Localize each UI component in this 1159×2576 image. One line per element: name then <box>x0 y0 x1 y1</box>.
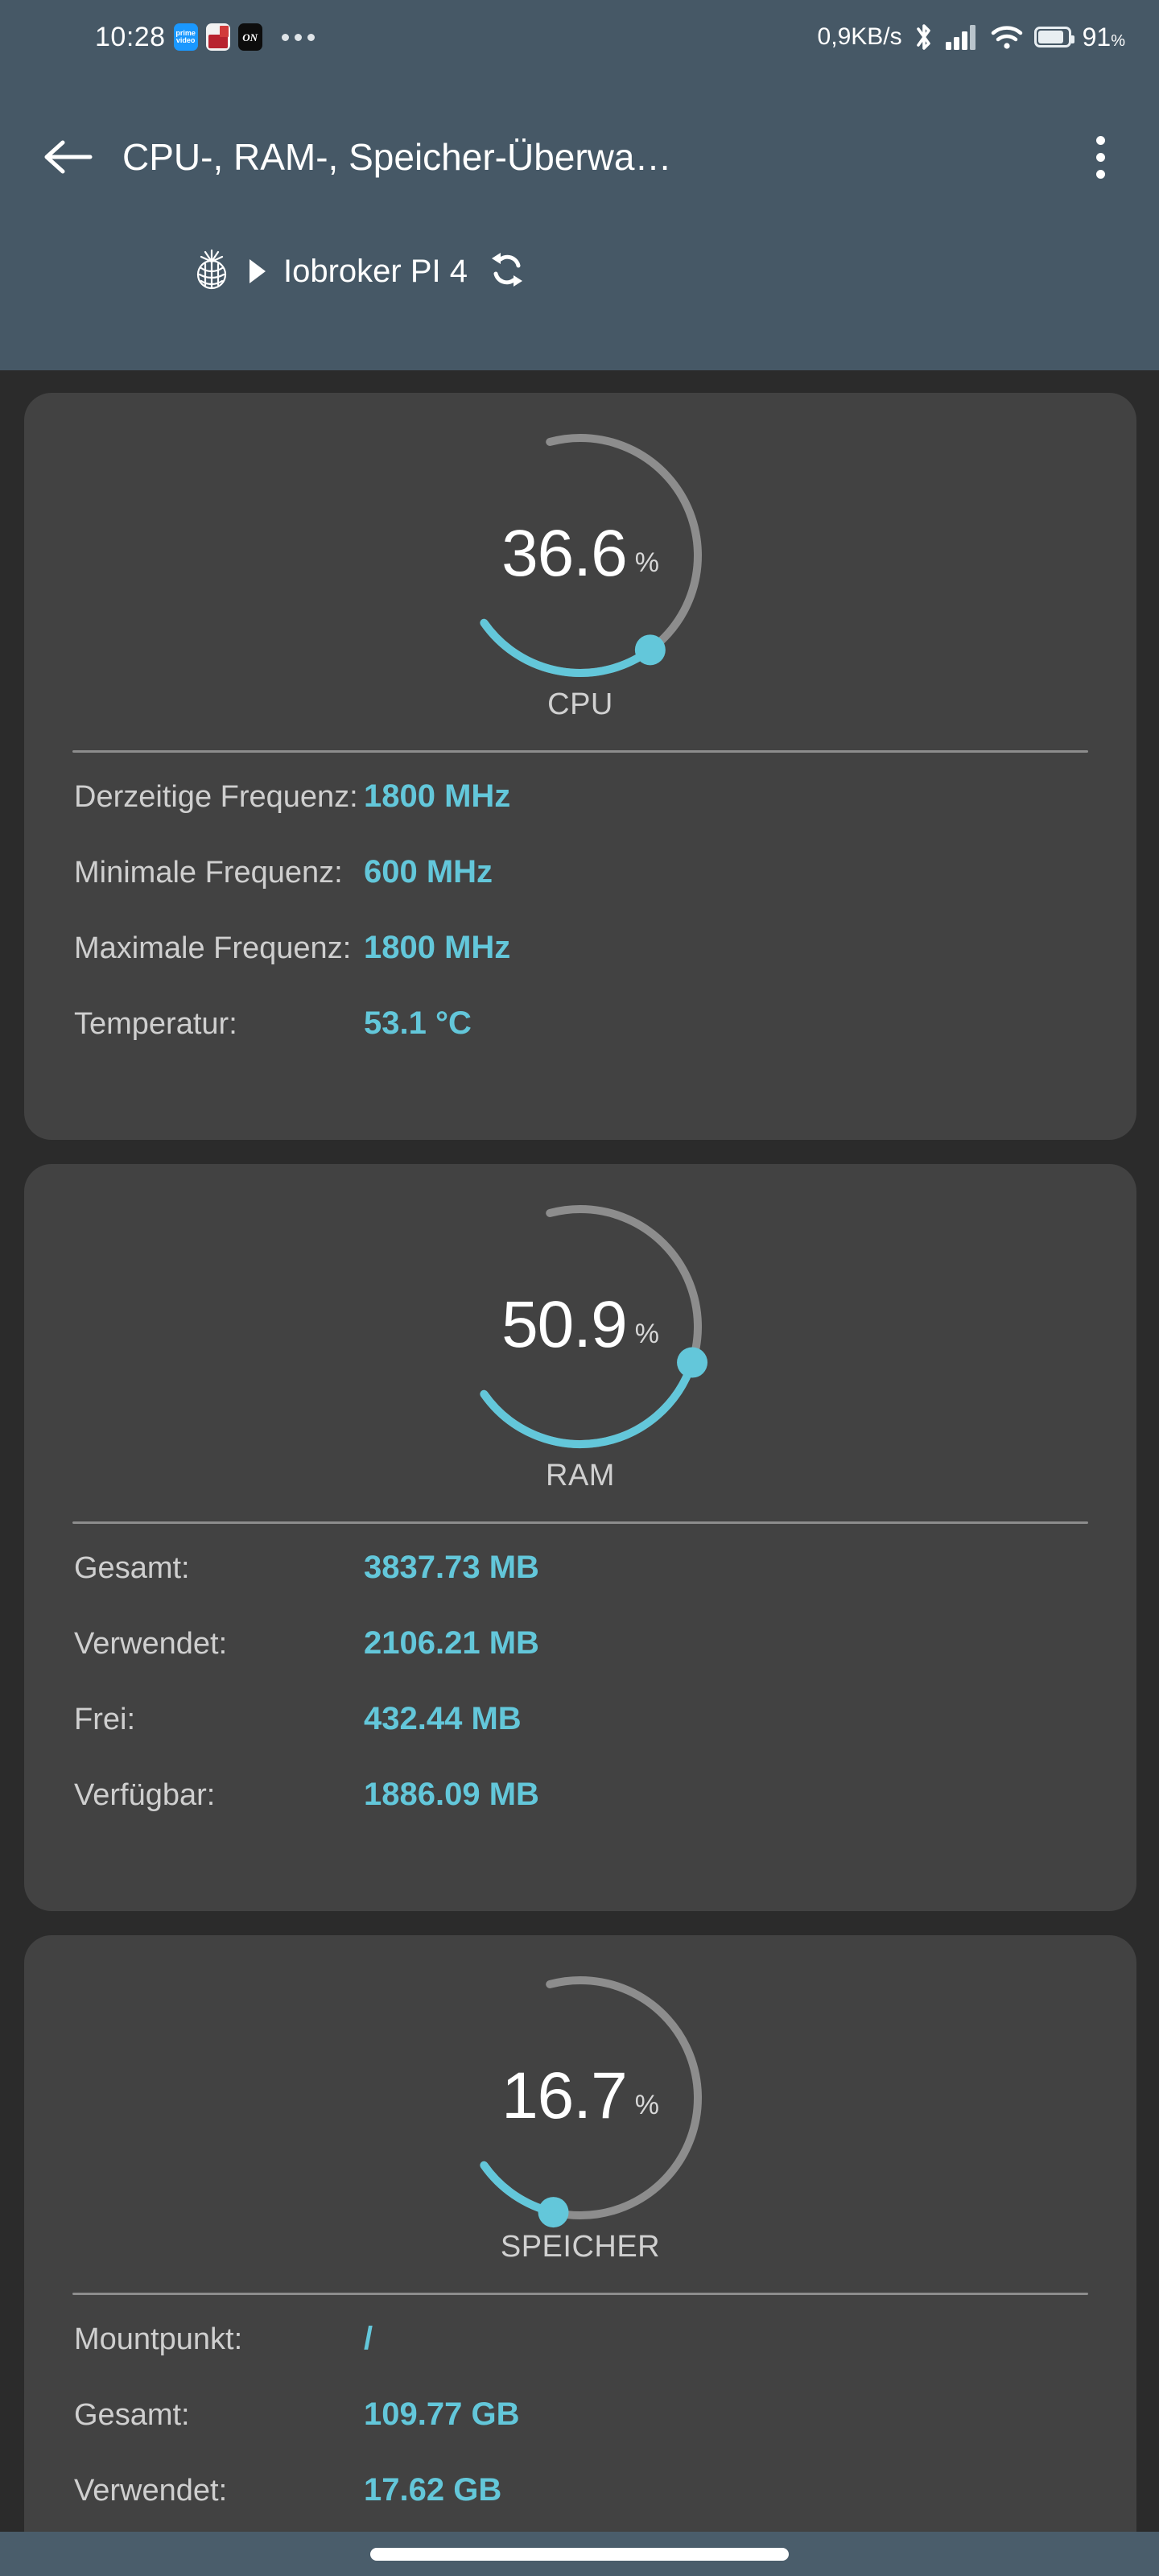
table-row: Temperatur: 53.1 °C <box>74 1005 1087 1081</box>
battery-percent-value: 91 <box>1082 22 1112 52</box>
row-label: Verfügbar: <box>74 1778 216 1812</box>
cpu-gauge-wrap: 36.6 % CPU <box>24 393 1136 721</box>
red-app-icon <box>205 23 230 51</box>
table-row: Verfügbar: 1886.09 MB <box>74 1777 1087 1852</box>
ram-rows: Gesamt: 3837.73 MB Verwendet: 2106.21 MB… <box>24 1524 1136 1852</box>
prime-video-icon: prime video <box>173 23 198 51</box>
status-bar: 10:28 prime video ON 0,9KB/s 91% <box>0 0 1159 74</box>
row-label: Maximale Frequenz: <box>74 931 352 965</box>
chevron-right-icon <box>250 259 266 283</box>
row-label: Gesamt: <box>74 1551 190 1585</box>
cpu-card: 36.6 % CPU Derzeitige Frequenz: 1800 MHz… <box>24 393 1136 1140</box>
status-bar-right: 0,9KB/s 91% <box>818 22 1125 52</box>
table-row: Maximale Frequenz: 1800 MHz <box>74 930 1087 1005</box>
row-value: / <box>364 2321 373 2356</box>
row-value: 53.1 °C <box>364 1005 472 1041</box>
row-label: Verwendet: <box>74 1627 228 1661</box>
row-value: 1800 MHz <box>364 930 511 965</box>
app-bar: CPU-, RAM-, Speicher-Überwa… Iobroker PI… <box>0 74 1159 370</box>
storage-card: 16.7 % SPEICHER Mountpunkt: / Gesamt: 10… <box>24 1935 1136 2576</box>
network-speed-text: 0,9KB/s <box>817 23 902 50</box>
refresh-sync-icon <box>492 252 523 287</box>
row-label: Temperatur: <box>74 1007 237 1041</box>
table-row: Minimale Frequenz: 600 MHz <box>74 854 1087 930</box>
battery-percent-symbol: % <box>1111 31 1125 50</box>
row-label: Gesamt: <box>74 2398 190 2432</box>
breadcrumb-device-name[interactable]: Iobroker PI 4 <box>283 254 468 290</box>
row-value: 1886.09 MB <box>364 1777 539 1812</box>
ram-gauge-unit: % <box>634 1318 659 1349</box>
row-label: Verwendet: <box>74 2474 228 2508</box>
row-value: 109.77 GB <box>364 2396 520 2432</box>
storage-gauge: 16.7 % <box>419 1951 741 2241</box>
notification-overflow-icon <box>281 33 315 41</box>
row-value: 600 MHz <box>364 854 493 890</box>
overflow-menu-button[interactable] <box>1072 129 1128 185</box>
storage-rows: Mountpunkt: / Gesamt: 109.77 GB Verwende… <box>24 2295 1136 2548</box>
ram-gauge-number: 50.9 <box>501 1288 628 1361</box>
table-row: Frei: 432.44 MB <box>74 1701 1087 1777</box>
table-row: Verwendet: 2106.21 MB <box>74 1625 1087 1701</box>
ram-gauge-readout: 50.9 % <box>419 1180 741 1470</box>
table-row: Gesamt: 109.77 GB <box>74 2396 1087 2472</box>
breadcrumb: Iobroker PI 4 <box>0 239 1159 303</box>
cpu-gauge: 36.6 % <box>419 409 741 699</box>
back-arrow-icon <box>44 140 93 174</box>
cpu-rows: Derzeitige Frequenz: 1800 MHz Minimale F… <box>24 753 1136 1081</box>
row-label: Mountpunkt: <box>74 2322 243 2356</box>
cpu-gauge-unit: % <box>634 547 659 578</box>
home-indicator-pill[interactable] <box>370 2547 789 2561</box>
status-bar-left: 10:28 prime video ON <box>0 22 315 53</box>
row-value: 2106.21 MB <box>364 1625 539 1661</box>
page-title: CPU-, RAM-, Speicher-Überwa… <box>122 136 672 178</box>
row-value: 3837.73 MB <box>364 1550 539 1585</box>
storage-gauge-number: 16.7 <box>501 2059 628 2132</box>
table-row: Gesamt: 3837.73 MB <box>74 1550 1087 1625</box>
cpu-gauge-number: 36.6 <box>501 517 628 590</box>
ram-gauge: 50.9 % <box>419 1180 741 1470</box>
app-bar-top-row: CPU-, RAM-, Speicher-Überwa… <box>0 113 1159 201</box>
storage-gauge-wrap: 16.7 % SPEICHER <box>24 1935 1136 2264</box>
bluetooth-icon <box>914 22 934 52</box>
status-time: 10:28 <box>95 21 166 52</box>
battery-percent: 91% <box>1083 23 1125 52</box>
row-label: Frei: <box>74 1703 135 1736</box>
battery-icon <box>1033 27 1074 47</box>
ram-card: 50.9 % RAM Gesamt: 3837.73 MB Verwendet:… <box>24 1164 1136 1911</box>
onn-app-icon: ON <box>237 23 262 51</box>
row-label: Derzeitige Frequenz: <box>74 780 358 814</box>
system-nav-bar <box>0 2532 1159 2576</box>
refresh-button[interactable] <box>485 248 529 295</box>
back-button[interactable] <box>24 113 113 201</box>
ram-gauge-wrap: 50.9 % RAM <box>24 1164 1136 1492</box>
cellular-signal-icon <box>945 24 980 50</box>
table-row: Derzeitige Frequenz: 1800 MHz <box>74 778 1087 854</box>
cpu-gauge-readout: 36.6 % <box>419 409 741 699</box>
row-value: 1800 MHz <box>364 778 511 814</box>
row-value: 17.62 GB <box>364 2472 502 2508</box>
content-scroll-area[interactable]: 36.6 % CPU Derzeitige Frequenz: 1800 MHz… <box>0 370 1159 2576</box>
row-value: 432.44 MB <box>364 1701 522 1736</box>
table-row: Mountpunkt: / <box>74 2321 1087 2396</box>
storage-gauge-readout: 16.7 % <box>419 1951 741 2241</box>
phone-screen: 10:28 prime video ON 0,9KB/s 91% CPU-, R… <box>0 0 1159 2576</box>
raspberry-pi-icon <box>192 247 232 296</box>
storage-gauge-unit: % <box>634 2089 659 2120</box>
row-label: Minimale Frequenz: <box>74 856 343 890</box>
wifi-icon <box>991 24 1023 50</box>
